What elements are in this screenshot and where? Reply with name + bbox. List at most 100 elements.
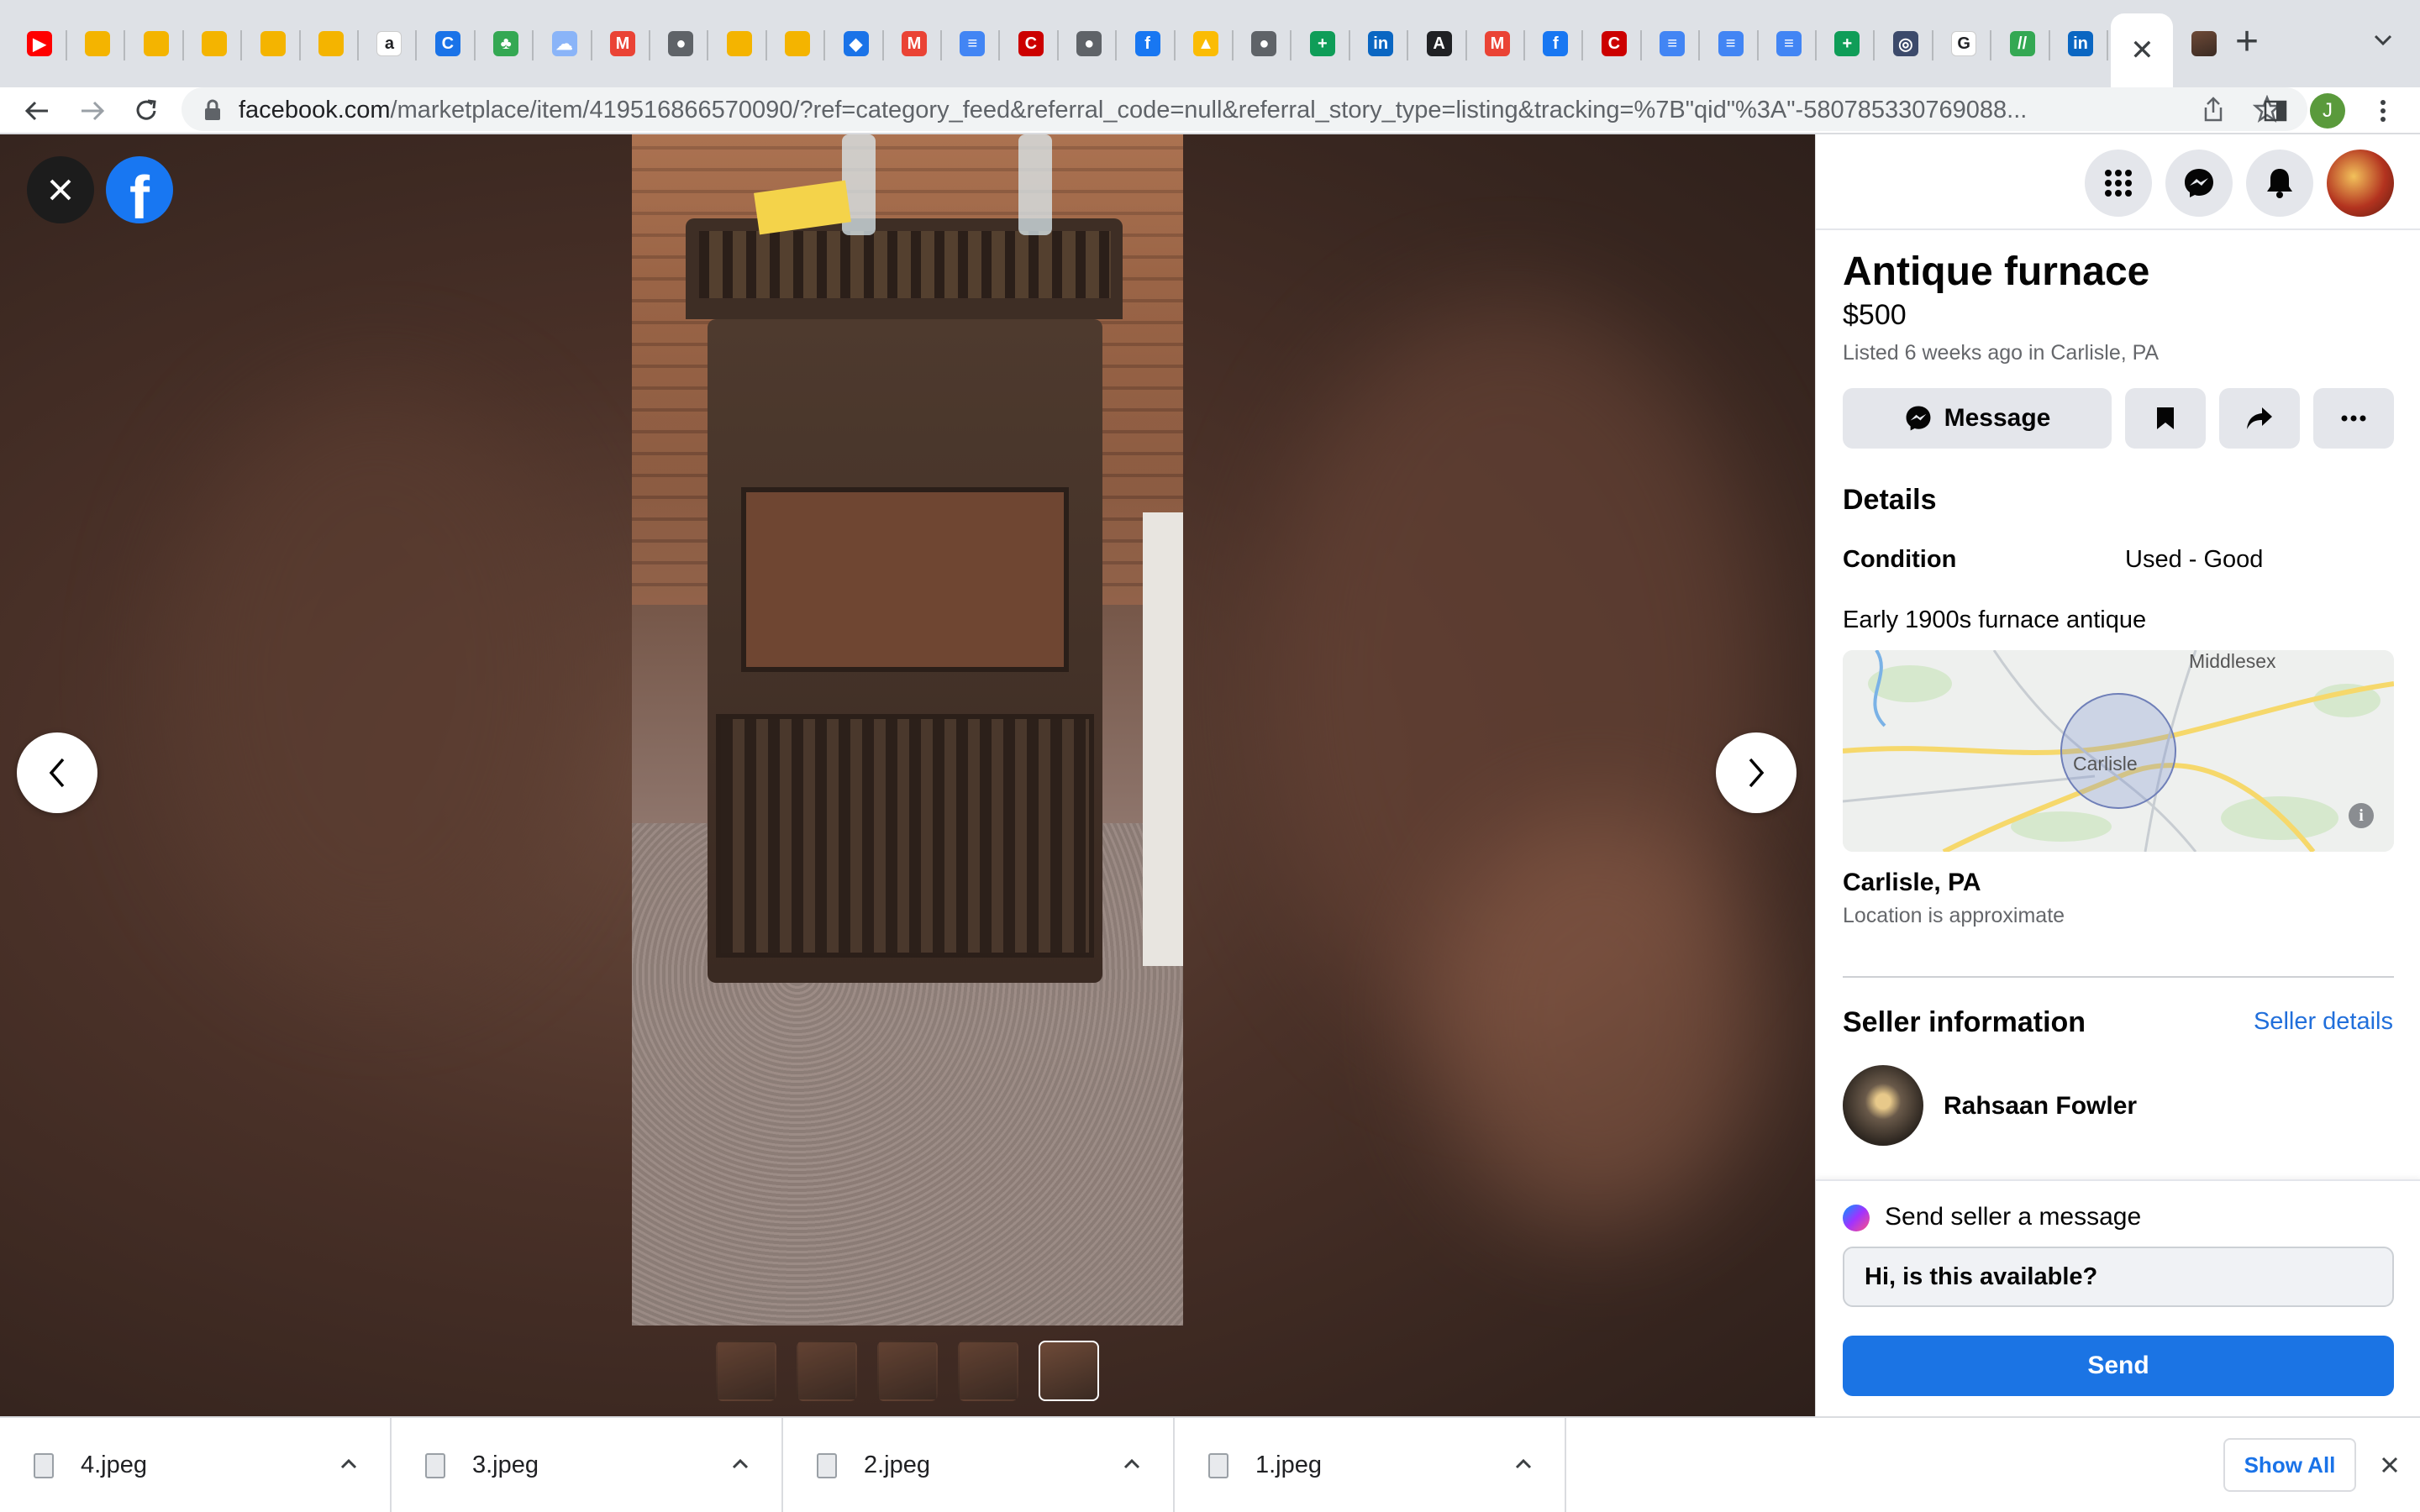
chevron-up-icon[interactable] [728,1452,753,1477]
chevron-up-icon[interactable] [1511,1452,1536,1477]
browser-tab[interactable]: ♣ [478,13,534,74]
browser-tab[interactable] [712,13,767,74]
save-button[interactable] [2125,388,2206,449]
browser-tab[interactable] [187,13,243,74]
reload-icon[interactable] [126,91,166,131]
downloads-bar: 4.jpeg 3.jpeg 2.jpeg 1.jpeg Show All [0,1416,2420,1512]
browser-tab[interactable]: ● [1061,13,1118,74]
download-item[interactable]: 1.jpeg [1175,1418,1566,1512]
message-input[interactable] [1843,1247,2394,1307]
download-item[interactable]: 3.jpeg [392,1418,783,1512]
browser-tab[interactable]: M [1470,13,1525,74]
browser-tab[interactable] [770,13,826,74]
download-item[interactable]: 4.jpeg [0,1418,392,1512]
download-filename: 3.jpeg [472,1452,539,1478]
gmail-icon: M [902,31,927,56]
browser-tab[interactable]: ▲ [1178,13,1234,74]
seller-heading: Seller information [1843,1006,2086,1038]
more-options-button[interactable] [2313,388,2394,449]
notifications-button[interactable] [2246,150,2313,217]
browser-tab[interactable]: ≡ [1703,13,1759,74]
location-map[interactable]: Middlesex Carlisle i [1843,650,2394,852]
browser-tab[interactable]: A [1412,13,1467,74]
next-photo-button[interactable] [1716,732,1797,813]
browser-tab[interactable]: in [1353,13,1409,74]
browser-tab[interactable]: ▶ [12,13,67,74]
tab-search-chevron-icon[interactable] [2368,25,2398,55]
browser-tab[interactable] [245,13,301,74]
map-label-region: Middlesex [2189,650,2276,672]
share-icon[interactable] [2193,89,2233,129]
share-button[interactable] [2219,388,2300,449]
browser-tab[interactable]: f [1120,13,1176,74]
browser-tab[interactable]: ◎ [1878,13,1933,74]
browser-tab[interactable]: ≡ [1761,13,1817,74]
condition-label: Condition [1843,546,1957,573]
close-viewer-button[interactable] [27,156,94,223]
browser-tab[interactable]: ≡ [944,13,1001,74]
browser-menu-icon[interactable] [2363,91,2403,131]
address-bar[interactable]: facebook.com/marketplace/item/4195168665… [182,87,2307,131]
browser-tab[interactable]: C [1586,13,1642,74]
close-tab-icon[interactable]: ✕ [2130,36,2154,65]
browser-tab[interactable]: + [1819,13,1876,74]
url-text[interactable]: facebook.com/marketplace/item/4195168665… [239,97,2121,124]
browser-tab[interactable]: in [2053,13,2108,74]
bookmark-icon [2157,407,2174,429]
photo-thumbnail[interactable] [958,1341,1018,1401]
message-button[interactable]: Message [1843,388,2112,449]
lock-icon[interactable] [203,99,222,125]
back-icon[interactable] [17,91,57,131]
chevron-up-icon[interactable] [336,1452,361,1477]
menu-grid-button[interactable] [2085,150,2152,217]
linkedin-icon: in [2068,31,2093,56]
photo-thumbnail-selected[interactable] [1039,1341,1099,1401]
browser-tab[interactable]: ● [653,13,709,74]
account-avatar[interactable] [2327,150,2394,217]
listing-sidebar: Antique furnace $500 Listed 6 weeks ago … [1815,134,2420,1416]
browser-tab[interactable] [129,13,184,74]
browser-tab[interactable]: M [595,13,650,74]
browser-tab[interactable] [70,13,126,74]
forward-icon[interactable] [72,91,113,131]
seller-name[interactable]: Rahsaan Fowler [1944,1092,2137,1121]
active-browser-tab[interactable]: ✕ [2111,13,2174,87]
show-all-downloads-button[interactable]: Show All [2223,1438,2356,1492]
browser-tab[interactable]: a [361,13,418,74]
chevron-up-icon[interactable] [1119,1452,1144,1477]
gmail-icon: M [610,31,635,56]
new-tab-button[interactable]: + [2235,22,2259,62]
close-downloads-icon[interactable] [2375,1450,2405,1480]
map-info-icon[interactable]: i [2349,803,2374,828]
bell-icon [2267,169,2292,198]
messenger-button[interactable] [2165,150,2233,217]
download-item[interactable]: 2.jpeg [783,1418,1175,1512]
browser-tab[interactable]: ◆ [829,13,884,74]
side-panel-icon[interactable] [2255,91,2296,131]
browser-tab[interactable]: f [1528,13,1584,74]
profile-avatar[interactable]: J [2307,91,2348,131]
seller-avatar[interactable] [1843,1065,1923,1146]
browser-tab[interactable]: G [1936,13,1992,74]
browser-tab[interactable]: C [1003,13,1059,74]
previous-photo-button[interactable] [17,732,97,813]
photo-thumbnail[interactable] [877,1341,938,1401]
messenger-gradient-icon [1843,1205,1870,1231]
listing-photo [632,134,1183,1326]
browser-tab[interactable]: ● [1236,13,1292,74]
photo-thumbnail[interactable] [797,1341,857,1401]
seller-details-link[interactable]: Seller details [2254,1008,2393,1036]
facebook-icon: f [1134,31,1160,56]
browser-tab[interactable] [303,13,359,74]
browser-tab[interactable] [2176,13,2232,74]
browser-tab[interactable]: M [886,13,942,74]
browser-tab[interactable]: ≡ [1644,13,1701,74]
facebook-logo[interactable]: f [106,156,173,223]
photo-thumbnail[interactable] [716,1341,776,1401]
cloud-icon: ☁ [551,31,577,56]
browser-tab[interactable]: C [420,13,476,74]
browser-tab[interactable]: ☁ [537,13,592,74]
browser-tab[interactable]: // [1995,13,2050,74]
send-button[interactable]: Send [1843,1336,2394,1396]
browser-tab[interactable]: + [1295,13,1350,74]
